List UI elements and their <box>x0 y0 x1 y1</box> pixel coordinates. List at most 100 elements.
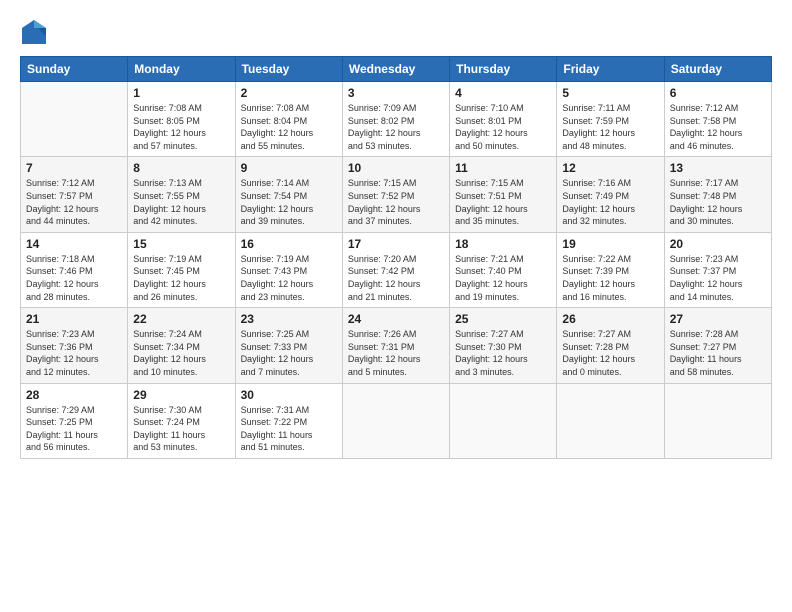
day-number: 24 <box>348 312 444 326</box>
day-number: 25 <box>455 312 551 326</box>
day-number: 10 <box>348 161 444 175</box>
day-number: 1 <box>133 86 229 100</box>
day-info: Sunrise: 7:26 AM Sunset: 7:31 PM Dayligh… <box>348 328 444 378</box>
day-cell: 22 Sunrise: 7:24 AM Sunset: 7:34 PM Dayli… <box>128 308 235 383</box>
day-number: 3 <box>348 86 444 100</box>
day-cell <box>342 383 449 458</box>
day-cell: 14 Sunrise: 7:18 AM Sunset: 7:46 PM Dayli… <box>21 232 128 307</box>
day-number: 23 <box>241 312 337 326</box>
day-number: 17 <box>348 237 444 251</box>
day-number: 8 <box>133 161 229 175</box>
day-number: 12 <box>562 161 658 175</box>
col-header-thursday: Thursday <box>450 57 557 82</box>
day-info: Sunrise: 7:21 AM Sunset: 7:40 PM Dayligh… <box>455 253 551 303</box>
day-cell: 20 Sunrise: 7:23 AM Sunset: 7:37 PM Dayli… <box>664 232 771 307</box>
day-cell: 2Sunrise: 7:08 AM Sunset: 8:04 PM Daylig… <box>235 82 342 157</box>
day-info: Sunrise: 7:27 AM Sunset: 7:30 PM Dayligh… <box>455 328 551 378</box>
day-number: 22 <box>133 312 229 326</box>
day-cell: 23Sunrise: 7:25 AM Sunset: 7:33 PM Dayli… <box>235 308 342 383</box>
day-info: Sunrise: 7:27 AM Sunset: 7:28 PM Dayligh… <box>562 328 658 378</box>
day-cell: 28 Sunrise: 7:29 AM Sunset: 7:25 PM Dayli… <box>21 383 128 458</box>
day-cell: 24 Sunrise: 7:26 AM Sunset: 7:31 PM Dayli… <box>342 308 449 383</box>
day-cell: 16 Sunrise: 7:19 AM Sunset: 7:43 PM Dayli… <box>235 232 342 307</box>
day-number: 18 <box>455 237 551 251</box>
day-number: 9 <box>241 161 337 175</box>
day-info: Sunrise: 7:30 AM Sunset: 7:24 PM Dayligh… <box>133 404 229 454</box>
day-info: Sunrise: 7:15 AM Sunset: 7:52 PM Dayligh… <box>348 177 444 227</box>
week-row-2: 7 Sunrise: 7:12 AM Sunset: 7:57 PM Daylig… <box>21 157 772 232</box>
day-cell: 11 Sunrise: 7:15 AM Sunset: 7:51 PM Dayli… <box>450 157 557 232</box>
day-cell: 7 Sunrise: 7:12 AM Sunset: 7:57 PM Daylig… <box>21 157 128 232</box>
day-info: Sunrise: 7:20 AM Sunset: 7:42 PM Dayligh… <box>348 253 444 303</box>
day-number: 30 <box>241 388 337 402</box>
day-number: 21 <box>26 312 122 326</box>
day-cell <box>450 383 557 458</box>
day-cell: 8Sunrise: 7:13 AM Sunset: 7:55 PM Daylig… <box>128 157 235 232</box>
header <box>20 18 772 46</box>
page: SundayMondayTuesdayWednesdayThursdayFrid… <box>0 0 792 612</box>
day-cell: 19Sunrise: 7:22 AM Sunset: 7:39 PM Dayli… <box>557 232 664 307</box>
header-row: SundayMondayTuesdayWednesdayThursdayFrid… <box>21 57 772 82</box>
day-info: Sunrise: 7:23 AM Sunset: 7:36 PM Dayligh… <box>26 328 122 378</box>
day-number: 28 <box>26 388 122 402</box>
day-number: 11 <box>455 161 551 175</box>
day-info: Sunrise: 7:19 AM Sunset: 7:43 PM Dayligh… <box>241 253 337 303</box>
day-number: 16 <box>241 237 337 251</box>
day-info: Sunrise: 7:15 AM Sunset: 7:51 PM Dayligh… <box>455 177 551 227</box>
day-cell: 18 Sunrise: 7:21 AM Sunset: 7:40 PM Dayli… <box>450 232 557 307</box>
day-info: Sunrise: 7:10 AM Sunset: 8:01 PM Dayligh… <box>455 102 551 152</box>
col-header-wednesday: Wednesday <box>342 57 449 82</box>
day-number: 20 <box>670 237 766 251</box>
day-cell: 25 Sunrise: 7:27 AM Sunset: 7:30 PM Dayli… <box>450 308 557 383</box>
day-number: 29 <box>133 388 229 402</box>
day-cell: 5Sunrise: 7:11 AM Sunset: 7:59 PM Daylig… <box>557 82 664 157</box>
day-info: Sunrise: 7:09 AM Sunset: 8:02 PM Dayligh… <box>348 102 444 152</box>
day-info: Sunrise: 7:29 AM Sunset: 7:25 PM Dayligh… <box>26 404 122 454</box>
week-row-5: 28 Sunrise: 7:29 AM Sunset: 7:25 PM Dayli… <box>21 383 772 458</box>
day-number: 26 <box>562 312 658 326</box>
day-number: 14 <box>26 237 122 251</box>
day-cell: 30 Sunrise: 7:31 AM Sunset: 7:22 PM Dayli… <box>235 383 342 458</box>
day-cell: 12 Sunrise: 7:16 AM Sunset: 7:49 PM Dayli… <box>557 157 664 232</box>
day-cell: 6Sunrise: 7:12 AM Sunset: 7:58 PM Daylig… <box>664 82 771 157</box>
day-info: Sunrise: 7:23 AM Sunset: 7:37 PM Dayligh… <box>670 253 766 303</box>
day-number: 15 <box>133 237 229 251</box>
day-cell: 15 Sunrise: 7:19 AM Sunset: 7:45 PM Dayli… <box>128 232 235 307</box>
day-info: Sunrise: 7:22 AM Sunset: 7:39 PM Dayligh… <box>562 253 658 303</box>
day-cell: 17 Sunrise: 7:20 AM Sunset: 7:42 PM Dayli… <box>342 232 449 307</box>
col-header-tuesday: Tuesday <box>235 57 342 82</box>
day-number: 6 <box>670 86 766 100</box>
day-cell <box>664 383 771 458</box>
col-header-monday: Monday <box>128 57 235 82</box>
day-info: Sunrise: 7:19 AM Sunset: 7:45 PM Dayligh… <box>133 253 229 303</box>
day-cell: 29 Sunrise: 7:30 AM Sunset: 7:24 PM Dayli… <box>128 383 235 458</box>
day-cell: 10 Sunrise: 7:15 AM Sunset: 7:52 PM Dayli… <box>342 157 449 232</box>
day-info: Sunrise: 7:14 AM Sunset: 7:54 PM Dayligh… <box>241 177 337 227</box>
day-info: Sunrise: 7:17 AM Sunset: 7:48 PM Dayligh… <box>670 177 766 227</box>
day-cell <box>557 383 664 458</box>
day-number: 7 <box>26 161 122 175</box>
calendar: SundayMondayTuesdayWednesdayThursdayFrid… <box>20 56 772 459</box>
day-info: Sunrise: 7:08 AM Sunset: 8:04 PM Dayligh… <box>241 102 337 152</box>
day-cell: 9 Sunrise: 7:14 AM Sunset: 7:54 PM Daylig… <box>235 157 342 232</box>
logo-icon <box>20 18 48 46</box>
week-row-4: 21 Sunrise: 7:23 AM Sunset: 7:36 PM Dayli… <box>21 308 772 383</box>
day-info: Sunrise: 7:12 AM Sunset: 7:57 PM Dayligh… <box>26 177 122 227</box>
day-cell: 3 Sunrise: 7:09 AM Sunset: 8:02 PM Daylig… <box>342 82 449 157</box>
day-cell: 21 Sunrise: 7:23 AM Sunset: 7:36 PM Dayli… <box>21 308 128 383</box>
day-number: 4 <box>455 86 551 100</box>
day-info: Sunrise: 7:16 AM Sunset: 7:49 PM Dayligh… <box>562 177 658 227</box>
day-info: Sunrise: 7:08 AM Sunset: 8:05 PM Dayligh… <box>133 102 229 152</box>
day-info: Sunrise: 7:18 AM Sunset: 7:46 PM Dayligh… <box>26 253 122 303</box>
col-header-saturday: Saturday <box>664 57 771 82</box>
day-info: Sunrise: 7:24 AM Sunset: 7:34 PM Dayligh… <box>133 328 229 378</box>
week-row-3: 14 Sunrise: 7:18 AM Sunset: 7:46 PM Dayli… <box>21 232 772 307</box>
day-number: 5 <box>562 86 658 100</box>
day-cell: 13Sunrise: 7:17 AM Sunset: 7:48 PM Dayli… <box>664 157 771 232</box>
day-cell: 27Sunrise: 7:28 AM Sunset: 7:27 PM Dayli… <box>664 308 771 383</box>
col-header-friday: Friday <box>557 57 664 82</box>
week-row-1: 1 Sunrise: 7:08 AM Sunset: 8:05 PM Daylig… <box>21 82 772 157</box>
day-number: 27 <box>670 312 766 326</box>
col-header-sunday: Sunday <box>21 57 128 82</box>
day-info: Sunrise: 7:31 AM Sunset: 7:22 PM Dayligh… <box>241 404 337 454</box>
